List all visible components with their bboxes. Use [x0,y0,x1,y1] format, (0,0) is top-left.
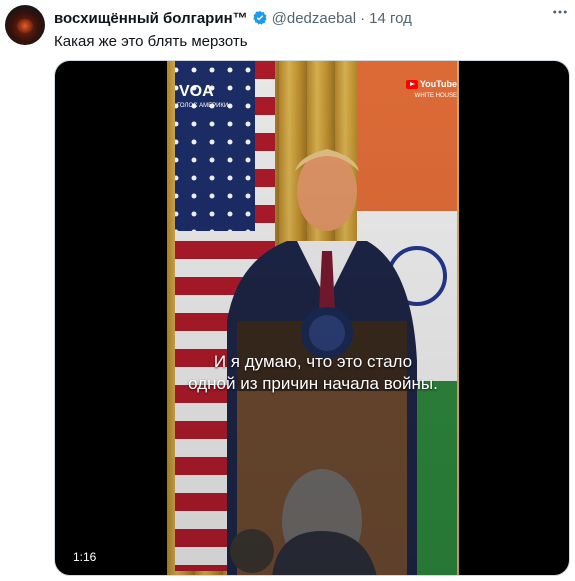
youtube-icon [405,79,418,89]
voa-logo: VOA [179,83,214,100]
tweet-timestamp[interactable]: 14 год [369,10,412,27]
more-horizontal-icon[interactable] [551,3,569,21]
video-frame[interactable]: VOA ГОЛОС АМЕРИКИ YouTube WHITE HOUSE И … [167,61,459,575]
tweet-header: восхищённый болгарин™ @dedzaebal · 14 го… [54,7,565,29]
youtube-label: YouTube [419,79,457,89]
video-overlay [167,61,459,575]
subtitle-line-2: одной из причин начала войны. [188,374,438,393]
author-handle[interactable]: @dedzaebal [272,10,356,27]
subtitle-line-1: И я думаю, что это стало [213,352,413,371]
video-duration: 1:16 [67,549,103,565]
youtube-badge: YouTube [405,79,457,89]
avatar-glow [17,19,33,33]
verified-badge-icon [252,11,267,25]
video-player[interactable]: VOA ГОЛОС АМЕРИКИ YouTube WHITE HOUSE И … [54,60,570,576]
tweet-text: Какая же это блять мерзоть [54,33,248,50]
more-dots-icon [553,10,567,14]
source-label: WHITE HOUSE [414,93,457,99]
voa-subtitle: ГОЛОС АМЕРИКИ [177,103,229,109]
author-name[interactable]: восхищённый болгарин™ [54,10,248,27]
separator-dot: · [360,9,366,27]
avatar[interactable] [5,5,45,45]
